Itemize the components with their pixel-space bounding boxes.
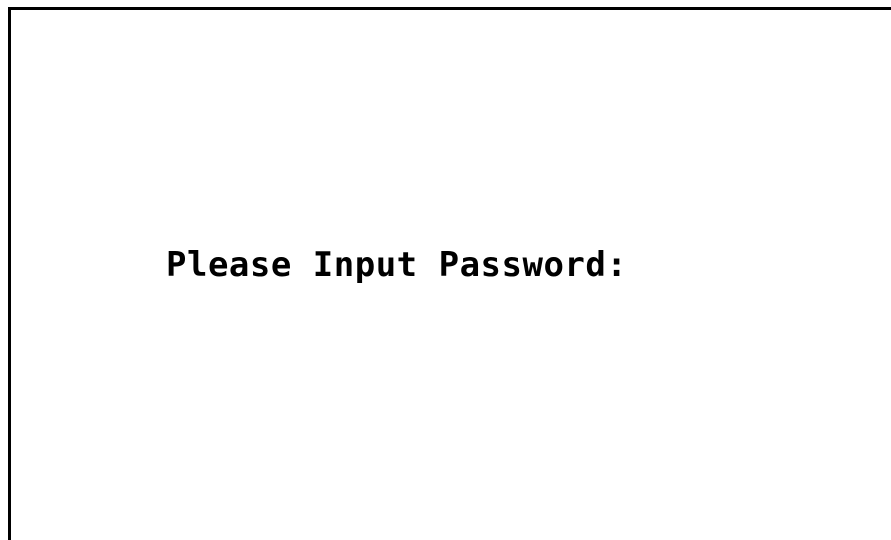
password-prompt: Please Input Password:: [166, 245, 628, 285]
screen-frame: Please Input Password:: [8, 7, 891, 540]
